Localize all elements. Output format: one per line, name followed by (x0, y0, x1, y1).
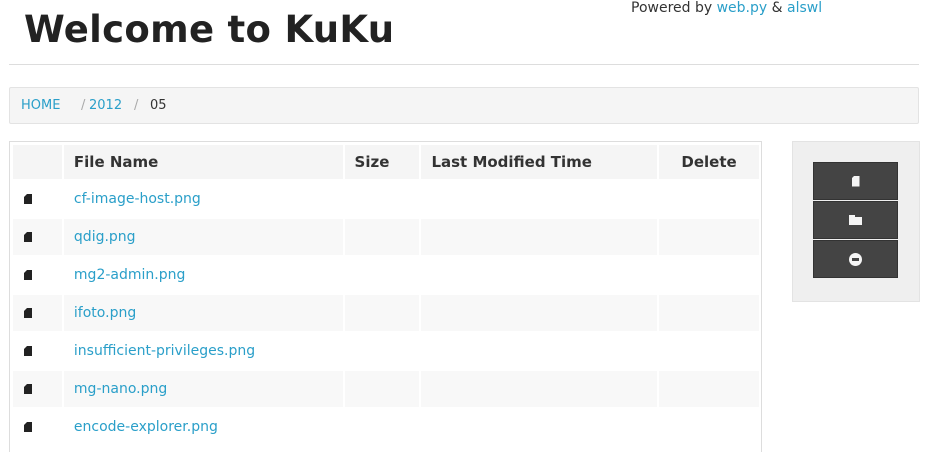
breadcrumb-home[interactable]: HOME (21, 88, 60, 123)
ampersand: & (771, 0, 783, 16)
file-link[interactable]: mg-nano.png (74, 381, 167, 397)
file-link[interactable]: qdig.png (74, 229, 136, 245)
breadcrumb: HOME / 2012 / 05 (9, 87, 919, 124)
table-row: cf-image-host.png (13, 181, 759, 217)
modified-cell (421, 295, 658, 331)
new-folder-button[interactable] (813, 201, 898, 239)
file-icon (24, 270, 32, 280)
page-title: Welcome to KuKu (24, 8, 395, 51)
size-cell (344, 409, 420, 445)
file-icon-cell (13, 219, 62, 255)
breadcrumb-2012[interactable]: 2012 (89, 88, 122, 123)
modified-cell (421, 219, 658, 255)
size-cell (344, 371, 420, 407)
file-table-container: File Name Size Last Modified Time Delete… (9, 141, 762, 452)
file-icon (24, 384, 32, 394)
modified-cell (421, 333, 658, 369)
delete-cell (659, 257, 759, 293)
modified-cell (421, 181, 658, 217)
delete-cell (659, 295, 759, 331)
powered-by: Powered by web.py & alswl (631, 0, 822, 16)
file-name-cell: ifoto.png (63, 295, 343, 331)
remove-button[interactable] (813, 240, 898, 278)
header-divider (9, 64, 919, 65)
size-cell (344, 295, 420, 331)
file-icon-cell (13, 181, 62, 217)
file-name-cell: encode-explorer.png (63, 409, 343, 445)
new-folder-icon (849, 215, 862, 225)
powered-by-text: Powered by (631, 0, 713, 16)
delete-cell (659, 219, 759, 255)
breadcrumb-separator: / (81, 98, 86, 113)
table-header-row: File Name Size Last Modified Time Delete (13, 145, 759, 179)
modified-cell (421, 371, 658, 407)
table-row: qdig.png (13, 219, 759, 255)
table-row: mg2-admin.png (13, 257, 759, 293)
delete-cell (659, 333, 759, 369)
file-icon (24, 422, 32, 432)
breadcrumb-separator: / (134, 98, 139, 113)
file-icon (24, 232, 32, 242)
file-name-cell: qdig.png (63, 219, 343, 255)
file-icon (24, 308, 32, 318)
size-cell (344, 257, 420, 293)
alswl-link[interactable]: alswl (787, 0, 822, 16)
table-row: mg-nano.png (13, 371, 759, 407)
file-icon (24, 194, 32, 204)
file-icon-cell (13, 409, 62, 445)
table-row: encode-explorer.png (13, 409, 759, 445)
file-link[interactable]: encode-explorer.png (74, 419, 218, 435)
modified-cell (421, 409, 658, 445)
col-size-header[interactable]: Size (344, 145, 420, 179)
file-icon-cell (13, 333, 62, 369)
file-icon-cell (13, 371, 62, 407)
file-icon (24, 346, 32, 356)
file-icon-cell (13, 257, 62, 293)
file-name-cell: cf-image-host.png (63, 181, 343, 217)
file-name-cell: mg2-admin.png (63, 257, 343, 293)
file-link[interactable]: ifoto.png (74, 305, 136, 321)
file-name-cell: insufficient-privileges.png (63, 333, 343, 369)
new-file-icon (851, 175, 860, 187)
remove-circle-icon (849, 252, 862, 266)
delete-cell (659, 181, 759, 217)
col-delete-header: Delete (659, 145, 759, 179)
size-cell (344, 333, 420, 369)
modified-cell (421, 257, 658, 293)
size-cell (344, 181, 420, 217)
webpy-link[interactable]: web.py (717, 0, 768, 16)
file-link[interactable]: cf-image-host.png (74, 191, 201, 207)
table-row: insufficient-privileges.png (13, 333, 759, 369)
col-modified-header[interactable]: Last Modified Time (421, 145, 658, 179)
file-link[interactable]: mg2-admin.png (74, 267, 185, 283)
delete-cell (659, 371, 759, 407)
file-link[interactable]: insufficient-privileges.png (74, 343, 255, 359)
file-icon-cell (13, 295, 62, 331)
size-cell (344, 219, 420, 255)
col-file-name-header[interactable]: File Name (63, 145, 343, 179)
file-table: File Name Size Last Modified Time Delete… (11, 143, 761, 447)
actions-sidebar (792, 141, 920, 302)
new-file-button[interactable] (813, 162, 898, 200)
breadcrumb-current: 05 (150, 98, 167, 113)
delete-cell (659, 409, 759, 445)
table-row: ifoto.png (13, 295, 759, 331)
col-icon-header (13, 145, 62, 179)
file-name-cell: mg-nano.png (63, 371, 343, 407)
